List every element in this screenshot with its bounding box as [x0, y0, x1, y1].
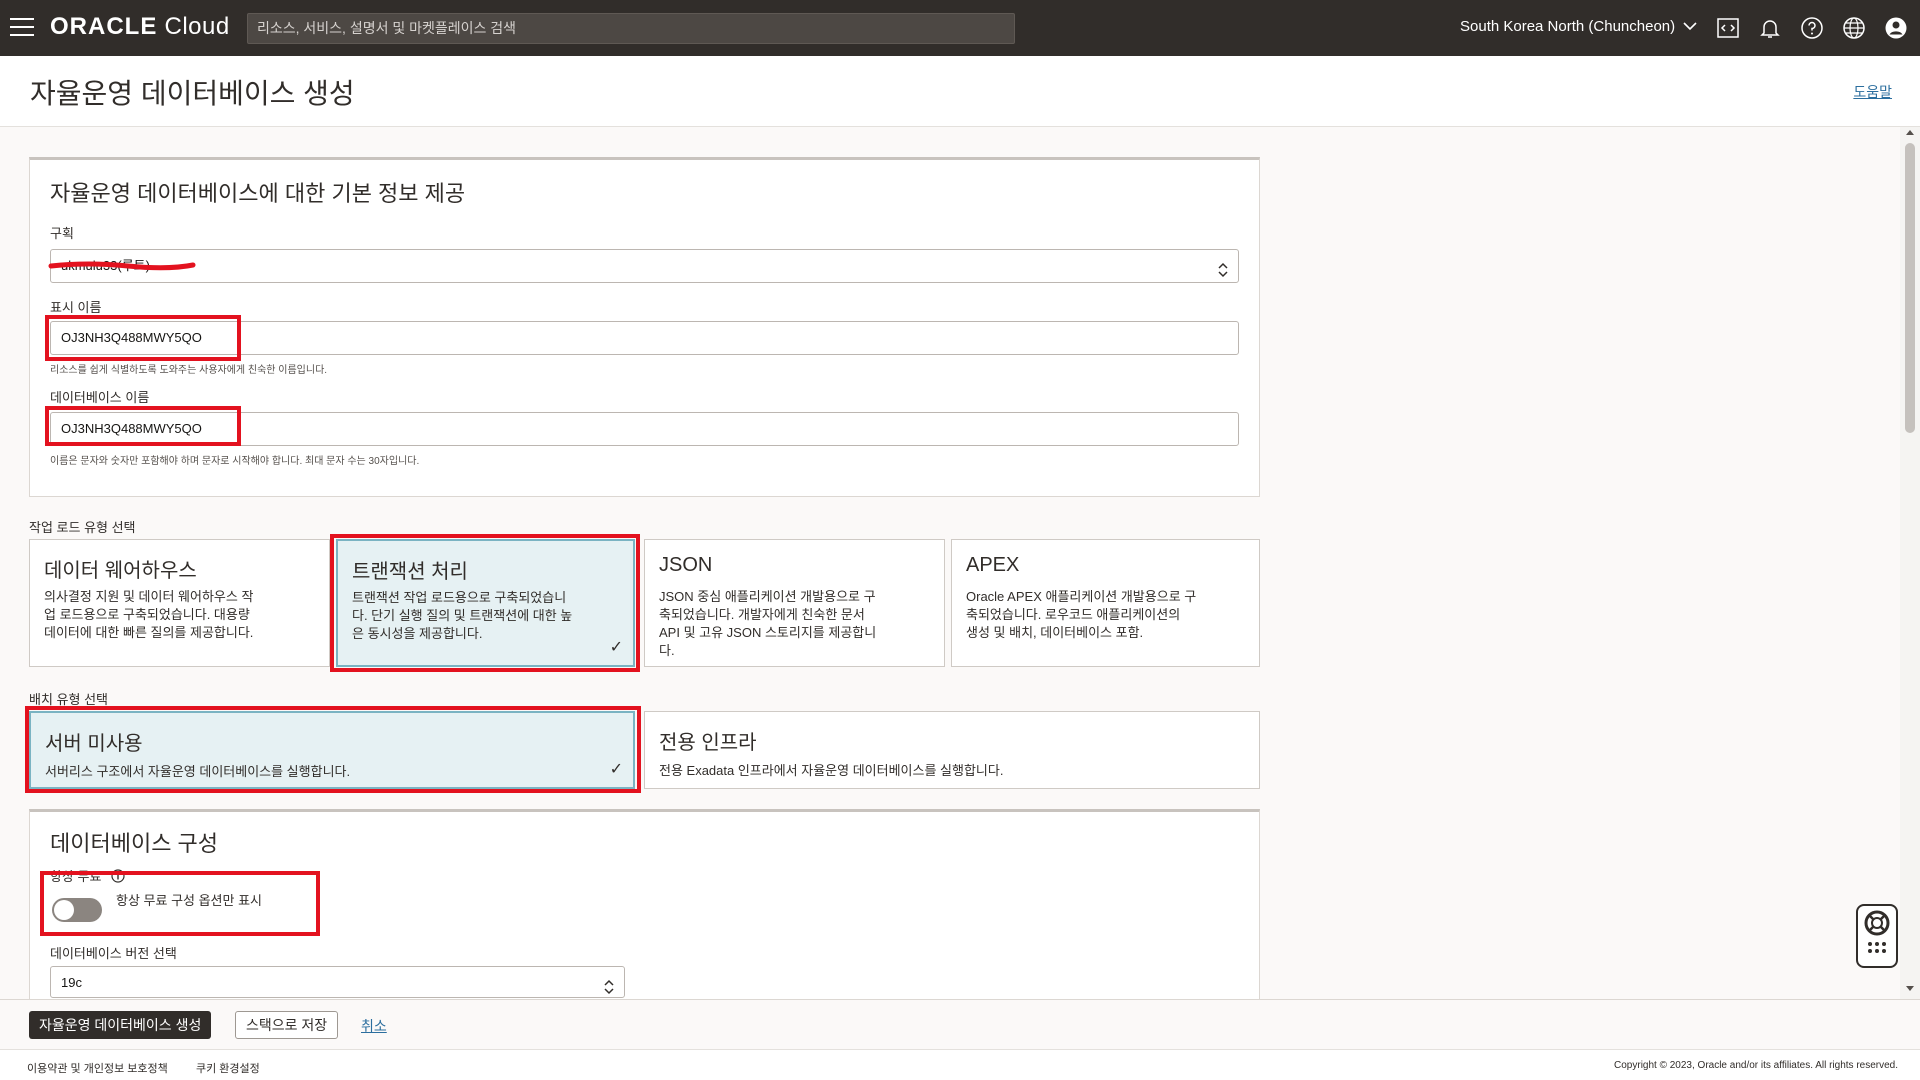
deployment-tile-dedicated[interactable]: 전용 인프라 전용 Exadata 인프라에서 자율운영 데이터베이스를 실행합…: [644, 711, 1260, 789]
deployment-label: 배치 유형 선택: [29, 692, 108, 707]
tile-desc-line: 데이터에 대한 빠른 질의를 제공합니다.: [44, 625, 254, 640]
region-selector[interactable]: South Korea North (Chuncheon): [1460, 18, 1697, 35]
tile-desc-line: 업 로드용으로 구축되었습니다. 대용량: [44, 607, 250, 622]
tile-title: JSON: [659, 554, 713, 576]
tile-desc-line: 다.: [659, 643, 675, 658]
tile-title: 전용 인프라: [659, 732, 757, 754]
copyright-text: Copyright © 2023, Oracle and/or its affi…: [1614, 1060, 1898, 1071]
db-version-label: 데이터베이스 버전 선택: [50, 946, 177, 961]
workload-tile-data-warehouse[interactable]: 데이터 웨어하우스 의사결정 지원 및 데이터 웨어하우스 작 업 로드용으로 …: [29, 539, 330, 667]
tile-description: Oracle APEX 애플리케이션 개발용으로 구 축되었습니다. 로우코드 …: [966, 588, 1196, 642]
tile-description: 트랜잭션 작업 로드용으로 구축되었습니 다. 단기 실행 질의 및 트랜잭션에…: [352, 589, 572, 643]
select-arrows-icon: [1218, 258, 1228, 278]
tile-title: 데이터 웨어하우스: [44, 560, 197, 582]
tile-title: 트랜잭션 처리: [352, 561, 468, 583]
basic-info-title: 자율운영 데이터베이스에 대한 기본 정보 제공: [50, 181, 466, 206]
tile-desc-line: 생성 및 배치, 데이터베이스 포함.: [966, 625, 1144, 640]
tile-title: 서버 미사용: [45, 733, 143, 755]
save-as-stack-button[interactable]: 스택으로 저장: [235, 1011, 339, 1039]
terms-privacy-link[interactable]: 이용약관 및 개인정보 보호정책: [27, 1060, 168, 1076]
tile-title: APEX: [966, 554, 1020, 576]
region-label: South Korea North (Chuncheon): [1460, 18, 1676, 35]
basic-info-card: 자율운영 데이터베이스에 대한 기본 정보 제공 구획 ukmulu33(루트)…: [29, 157, 1260, 497]
help-support-widget[interactable]: [1856, 904, 1898, 968]
logo-oracle-text: ORACLE: [50, 13, 158, 40]
db-version-select[interactable]: 19c: [50, 966, 625, 998]
tile-description: JSON 중심 애플리케이션 개발용으로 구 축되었습니다. 개발자에게 친숙한…: [659, 588, 876, 660]
help-link[interactable]: 도움말: [1853, 82, 1892, 102]
tile-desc-line: JSON 중심 애플리케이션 개발용으로 구: [659, 589, 876, 604]
database-name-input[interactable]: OJ3NH3Q488MWY5QO: [50, 412, 1239, 446]
db-version-value: 19c: [61, 975, 82, 990]
compartment-label: 구획: [50, 226, 74, 241]
checkmark-icon: ✓: [609, 761, 623, 778]
page-title: 자율운영 데이터베이스 생성: [30, 78, 355, 109]
search-input[interactable]: 리소스, 서비스, 설명서 및 마켓플레이스 검색: [247, 13, 1015, 44]
tile-desc-line: 은 동시성을 제공합니다.: [352, 626, 483, 641]
tile-desc-line: 트랜잭션 작업 로드용으로 구축되었습니: [352, 590, 567, 605]
info-icon[interactable]: [111, 869, 125, 886]
cancel-link[interactable]: 취소: [361, 1016, 387, 1036]
help-icon[interactable]: [1800, 16, 1824, 40]
create-database-button[interactable]: 자율운영 데이터베이스 생성: [29, 1011, 212, 1039]
workload-label: 작업 로드 유형 선택: [29, 520, 136, 535]
action-bar: 자율운영 데이터베이스 생성 스택으로 저장 취소: [0, 999, 1920, 1050]
database-name-help: 이름은 문자와 숫자만 포함해야 하며 문자로 시작해야 합니다. 최대 문자 …: [50, 456, 420, 467]
globe-icon[interactable]: [1842, 16, 1866, 40]
always-free-label-text: 항상 무료: [50, 869, 102, 884]
chevron-down-icon: [1683, 18, 1697, 35]
database-name-label: 데이터베이스 이름: [50, 390, 150, 405]
db-config-title: 데이터베이스 구성: [50, 831, 219, 856]
workload-tile-json[interactable]: JSON JSON 중심 애플리케이션 개발용으로 구 축되었습니다. 개발자에…: [644, 539, 945, 667]
menu-icon[interactable]: [10, 18, 34, 38]
scrollbar-thumb[interactable]: [1905, 143, 1915, 433]
tile-desc-line: 의사결정 지원 및 데이터 웨어하우스 작: [44, 589, 254, 604]
cookie-preferences-link[interactable]: 쿠키 환경설정: [196, 1060, 260, 1076]
tile-description: 의사결정 지원 및 데이터 웨어하우스 작 업 로드용으로 구축되었습니다. 대…: [44, 588, 253, 642]
top-navigation-bar: ORACLE Cloud 리소스, 서비스, 설명서 및 마켓플레이스 검색 S…: [0, 0, 1920, 56]
main-content: 자율운영 데이터베이스에 대한 기본 정보 제공 구획 ukmulu33(루트)…: [0, 127, 1900, 999]
oracle-cloud-logo[interactable]: ORACLE Cloud: [50, 13, 230, 41]
compartment-select[interactable]: ukmulu33(루트): [50, 249, 1239, 283]
deployment-tile-serverless[interactable]: 서버 미사용 서버리스 구조에서 자율운영 데이터베이스를 실행합니다. ✓: [29, 711, 635, 789]
display-name-help: 리소스를 쉽게 식별하도록 도와주는 사용자에게 친숙한 이름입니다.: [50, 365, 328, 376]
page-footer: 이용약관 및 개인정보 보호정책 쿠키 환경설정 Copyright © 202…: [0, 1049, 1920, 1080]
always-free-label: 항상 무료: [50, 866, 125, 886]
tile-desc-line: API 및 고유 JSON 스토리지를 제공합니: [659, 625, 877, 640]
toggle-knob: [54, 900, 74, 920]
page-header: 자율운영 데이터베이스 생성 도움말: [0, 56, 1920, 127]
display-name-label: 표시 이름: [50, 300, 102, 315]
display-name-input[interactable]: OJ3NH3Q488MWY5QO: [50, 321, 1239, 355]
logo-cloud-text: Cloud: [157, 13, 230, 40]
redaction-scribble: [48, 261, 196, 271]
db-config-card: 데이터베이스 구성 항상 무료 항상 무료 구성 옵션만 표시 데이터베이스 버…: [29, 809, 1260, 999]
user-icon[interactable]: [1884, 16, 1908, 40]
code-editor-icon[interactable]: [1716, 16, 1740, 40]
scroll-down-arrow-icon[interactable]: [1906, 986, 1914, 991]
bell-icon[interactable]: [1758, 16, 1782, 40]
tile-description: 전용 Exadata 인프라에서 자율운영 데이터베이스를 실행합니다.: [659, 763, 1004, 778]
select-arrows-icon: [604, 975, 614, 995]
tile-description: 서버리스 구조에서 자율운영 데이터베이스를 실행합니다.: [45, 764, 351, 779]
checkmark-icon: ✓: [609, 639, 623, 656]
workload-tile-transaction-processing[interactable]: 트랜잭션 처리 트랜잭션 작업 로드용으로 구축되었습니 다. 단기 실행 질의…: [336, 539, 635, 667]
tile-desc-line: 축되었습니다. 개발자에게 친숙한 문서: [659, 607, 865, 622]
always-free-toggle-label: 항상 무료 구성 옵션만 표시: [116, 893, 263, 908]
workload-tile-apex[interactable]: APEX Oracle APEX 애플리케이션 개발용으로 구 축되었습니다. …: [951, 539, 1260, 667]
lifebuoy-icon: [1864, 910, 1890, 953]
tile-desc-line: 축되었습니다. 로우코드 애플리케이션의: [966, 607, 1181, 622]
tile-desc-line: 다. 단기 실행 질의 및 트랜잭션에 대한 높: [352, 608, 573, 623]
always-free-toggle[interactable]: [52, 898, 102, 922]
tile-desc-line: Oracle APEX 애플리케이션 개발용으로 구: [966, 589, 1197, 604]
scroll-up-arrow-icon[interactable]: [1906, 130, 1914, 135]
